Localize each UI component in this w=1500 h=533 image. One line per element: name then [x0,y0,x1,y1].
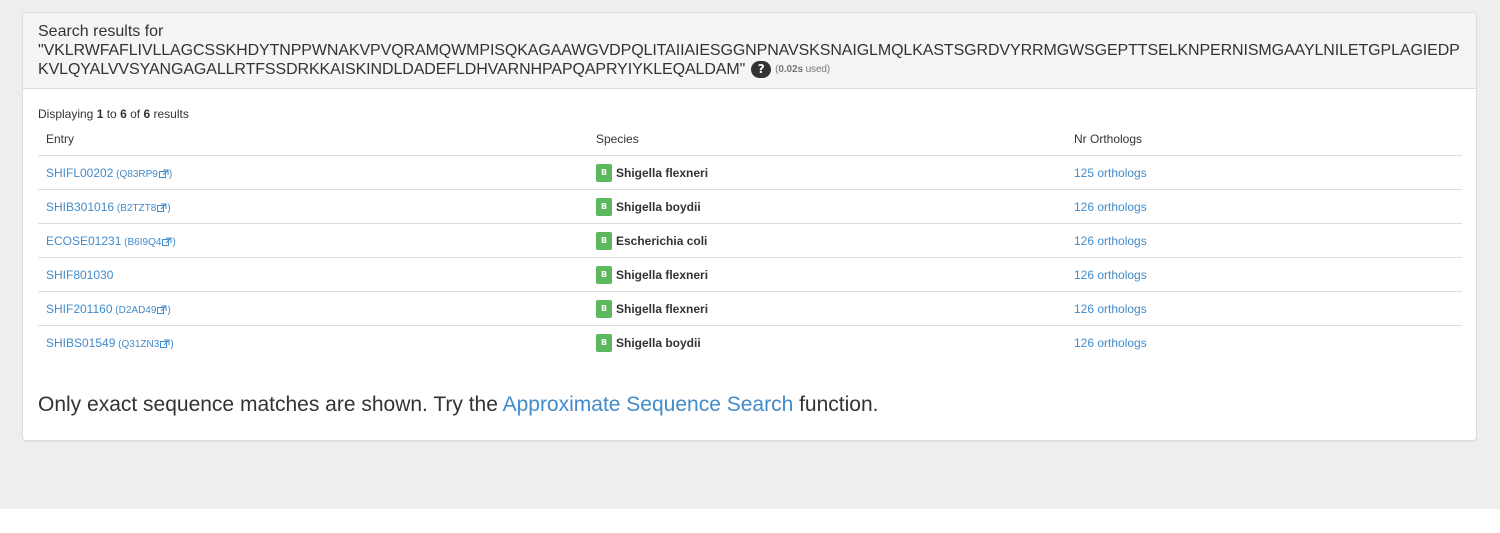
orthologs-link[interactable]: 126 orthologs [1074,336,1147,350]
table-row: SHIBS01549 (Q31ZN3) B Shigella boydii 126 o… [38,325,1462,360]
table-row: SHIB301016 (B2TZT8) B Shigella boydii 126 o… [38,189,1462,224]
column-header-orthologs[interactable]: Nr Orthologs [1066,125,1462,156]
external-link-icon[interactable] [157,305,167,314]
results-panel: Search results for "VKLRWFAFLIVLLAGCSSKH… [22,12,1477,441]
uniprot-xref[interactable]: (Q83RP9) [113,169,172,180]
footer-note: Only exact sequence matches are shown. T… [38,392,1461,418]
entry-link[interactable]: SHIF201160 [46,302,113,316]
search-label: Search results for [38,23,164,40]
bacteria-badge-icon: B [596,197,612,216]
bacteria-badge-icon: B [596,231,612,250]
entry-link[interactable]: ECOSE01231 [46,234,121,248]
uniprot-xref-id[interactable]: Q83RP9 [120,169,158,180]
approximate-search-link[interactable]: Approximate Sequence Search [503,393,794,416]
external-link-icon[interactable] [157,203,167,212]
entry-cell: SHIFL00202 (Q83RP9) [38,156,588,190]
uniprot-xref-id[interactable]: B2TZT8 [120,203,156,214]
query-text: "VKLRWFAFLIVLLAGCSSKHDYTNPPWNAKVPVQRAMQW… [38,42,1460,78]
species-name: Shigella flexneri [616,165,709,180]
bacteria-badge-icon: B [596,299,612,318]
orthologs-link[interactable]: 126 orthologs [1074,234,1147,248]
species-cell: B Shigella flexneri [588,257,1066,292]
query-sequence: "VKLRWFAFLIVLLAGCSSKHDYTNPPWNAKVPVQRAMQW… [38,41,1461,79]
uniprot-xref[interactable]: (D2AD49) [113,305,171,316]
of-word: of [126,107,144,121]
panel-body: Displaying 1 to 6 of 6 results Entry Spe… [23,89,1476,418]
species-cell: B Shigella boydii [588,325,1066,360]
species-name: Shigella boydii [616,199,701,214]
uniprot-xref[interactable]: (Q31ZN3) [115,339,173,350]
external-link-icon[interactable] [162,237,172,246]
uniprot-xref-id[interactable]: Q31ZN3 [122,339,160,350]
entry-cell: SHIF801030 [38,257,588,292]
species-cell: B Shigella flexneri [588,156,1066,190]
table-row: SHIFL00202 (Q83RP9) B Shigella flexneri 125… [38,156,1462,190]
displaying-prefix: Displaying [38,107,97,121]
orthologs-cell: 126 orthologs [1066,223,1462,258]
table-row: ECOSE01231 (B6I9Q4) B Escherichia coli 126 … [38,223,1462,258]
orthologs-cell: 126 orthologs [1066,189,1462,224]
column-header-entry[interactable]: Entry [38,125,588,156]
bacteria-badge-icon: B [596,333,612,352]
bacteria-badge-icon: B [596,265,612,284]
table-body: SHIFL00202 (Q83RP9) B Shigella flexneri 125… [38,156,1462,360]
note-prefix: Only exact sequence matches are shown. T… [38,392,503,416]
timing-value: 0.02s [778,64,803,76]
orthologs-cell: 126 orthologs [1066,291,1462,326]
species-cell: B Shigella flexneri [588,291,1066,326]
orthologs-cell: 126 orthologs [1066,257,1462,292]
orthologs-link[interactable]: 126 orthologs [1074,200,1147,214]
bacteria-badge-icon: B [596,163,612,182]
to-word: to [103,107,121,121]
entry-link[interactable]: SHIF801030 [46,268,113,282]
uniprot-xref[interactable]: (B2TZT8) [114,203,171,214]
species-name: Shigella flexneri [616,301,709,316]
table-row: SHIF201160 (D2AD49) B Shigella flexneri 126… [38,291,1462,326]
entry-cell: SHIBS01549 (Q31ZN3) [38,325,588,360]
entry-link[interactable]: SHIBS01549 [46,336,115,350]
species-cell: B Escherichia coli [588,223,1066,258]
species-name: Shigella boydii [616,335,701,350]
uniprot-xref[interactable]: (B6I9Q4) [121,237,176,248]
entry-link[interactable]: SHIFL00202 [46,166,113,180]
species-name: Escherichia coli [616,233,708,248]
orthologs-cell: 126 orthologs [1066,325,1462,360]
panel-heading: Search results for "VKLRWFAFLIVLLAGCSSKH… [23,13,1476,89]
species-cell: B Shigella boydii [588,189,1066,224]
external-link-icon[interactable] [158,169,169,178]
orthologs-link[interactable]: 125 orthologs [1074,166,1147,180]
uniprot-xref-id[interactable]: D2AD49 [119,305,157,316]
orthologs-link[interactable]: 126 orthologs [1074,268,1147,282]
orthologs-cell: 125 orthologs [1066,156,1462,190]
results-suffix: results [150,107,189,121]
column-header-species[interactable]: Species [588,125,1066,156]
species-name: Shigella flexneri [616,267,709,282]
note-suffix: function. [793,392,879,416]
timing-suffix: used) [802,64,831,76]
uniprot-xref-id[interactable]: B6I9Q4 [128,237,162,248]
question-icon[interactable]: ? [751,61,772,79]
entry-link[interactable]: SHIB301016 [46,200,114,214]
result-to: 6 [120,107,127,121]
result-count: Displaying 1 to 6 of 6 results [38,107,1461,121]
orthologs-link[interactable]: 126 orthologs [1074,302,1147,316]
entry-cell: ECOSE01231 (B6I9Q4) [38,223,588,258]
entry-cell: SHIF201160 (D2AD49) [38,291,588,326]
table-row: SHIF801030 B Shigella flexneri 126 ortholog… [38,257,1462,292]
timing-info: (0.02s used) [775,64,830,75]
results-table: Entry Species Nr Orthologs SHIFL00202 (Q… [38,125,1462,360]
entry-cell: SHIB301016 (B2TZT8) [38,189,588,224]
table-header-row: Entry Species Nr Orthologs [38,125,1462,156]
external-link-icon[interactable] [160,339,170,348]
